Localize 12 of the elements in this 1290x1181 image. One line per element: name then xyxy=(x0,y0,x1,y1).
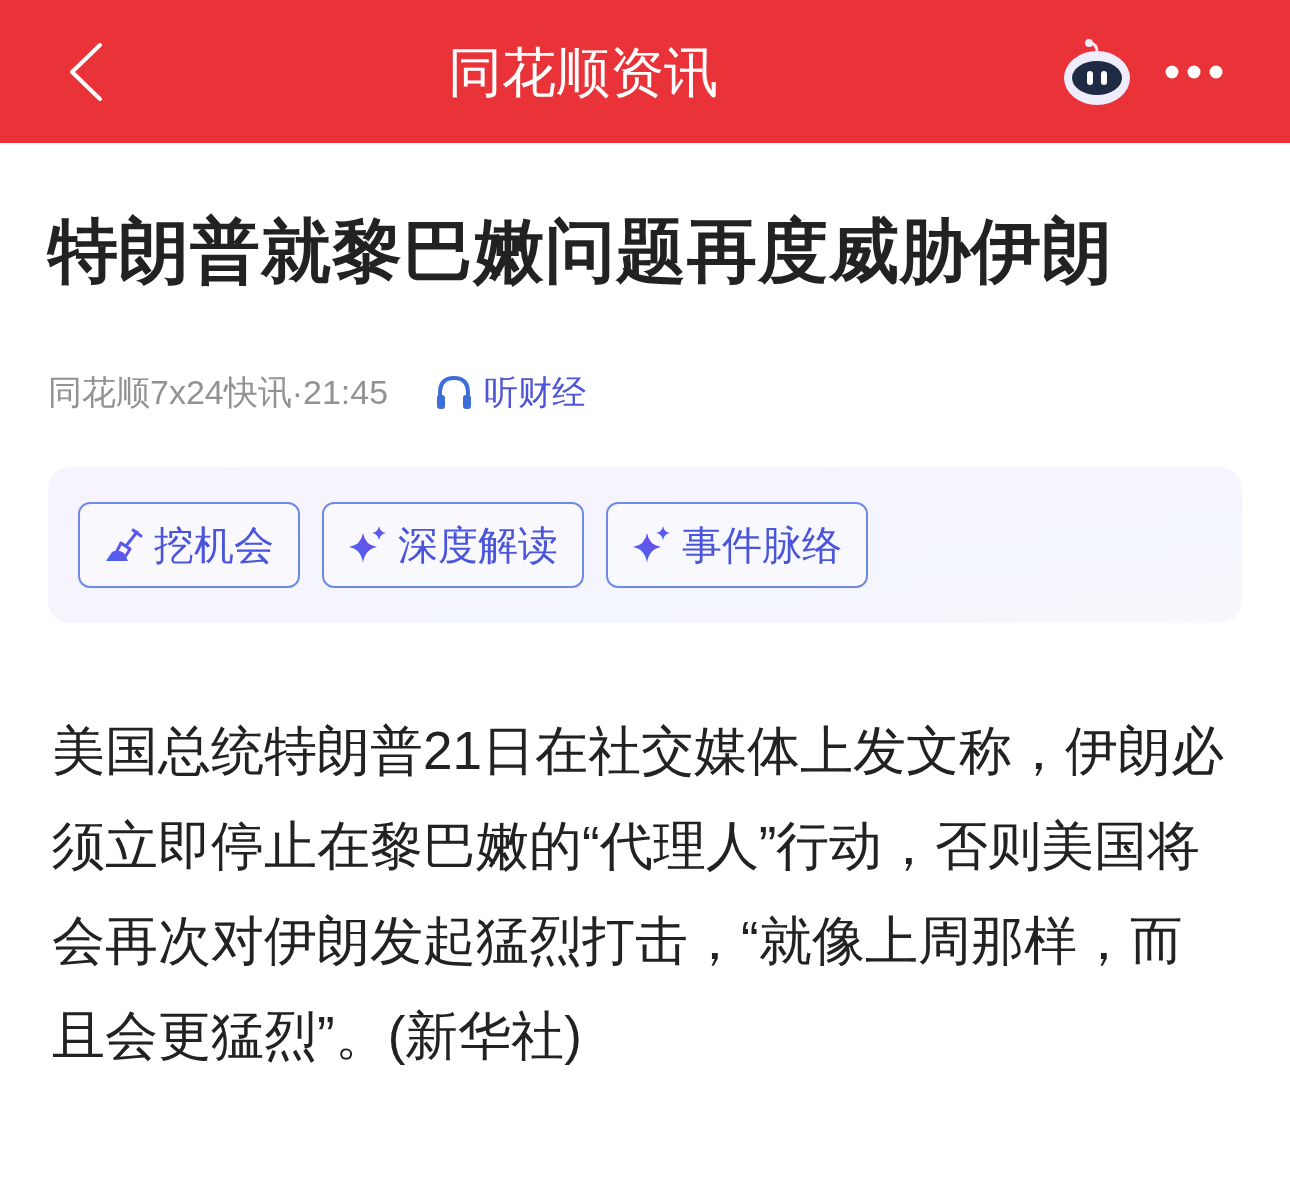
article-meta: 同花顺7x24快讯·21:45 xyxy=(48,375,389,409)
back-icon xyxy=(68,41,104,102)
article-title: 特朗普就黎巴嫩问题再度威胁伊朗 xyxy=(48,211,1114,291)
listen-link[interactable]: 听财经 xyxy=(436,375,587,409)
shovel-icon xyxy=(104,527,144,563)
ai-tool-button[interactable]: 事件脉络 xyxy=(606,502,868,588)
headphones-icon xyxy=(436,375,473,409)
page-title: 同花顺资讯 xyxy=(448,44,718,99)
ai-tool-button[interactable]: 深度解读 xyxy=(322,502,584,588)
ai-tool-button[interactable]: 挖机会 xyxy=(78,502,300,588)
article-body: 美国总统特朗普21日在社交媒体上发文称，伊朗必须立即停止在黎巴嫩的“代理人”行动，否则美国将会再次对伊朗发起猛烈打击，“就像上周那样，而且会更猛烈”。(新华社) xyxy=(52,720,1225,1067)
more-icon xyxy=(1165,64,1223,79)
